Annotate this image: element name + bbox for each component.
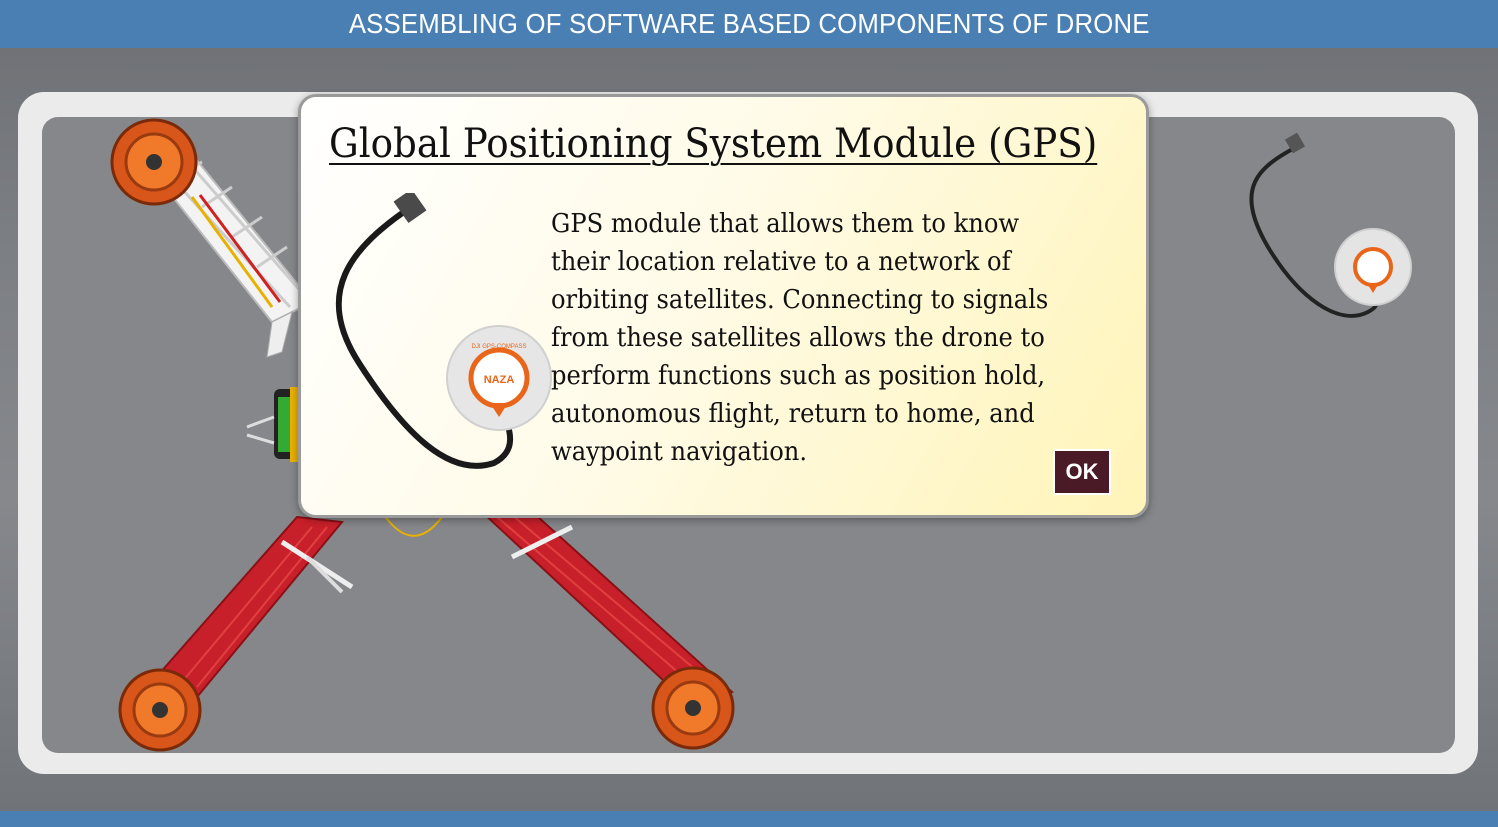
ok-button[interactable]: OK [1053, 449, 1111, 495]
motor-rear-left [118, 668, 202, 752]
dialog-title: Global Positioning System Module (GPS) [329, 121, 1098, 167]
drone-body [246, 387, 304, 462]
gps-module-part[interactable] [1238, 127, 1418, 342]
component-info-dialog: Global Positioning System Module (GPS) N… [298, 94, 1149, 518]
motor-rear-right [651, 666, 735, 750]
motor-front-left [110, 118, 198, 206]
page-title: ASSEMBLING OF SOFTWARE BASED COMPONENTS … [348, 8, 1150, 39]
gps-module-image: NAZA DJI GPS-COMPASS [335, 193, 552, 469]
bottom-bar [0, 811, 1498, 827]
rear-left-arm [150, 515, 354, 699]
gps-brand-label: NAZA [484, 374, 515, 386]
dialog-description: GPS module that allows them to know thei… [551, 209, 1049, 467]
title-bar: ASSEMBLING OF SOFTWARE BASED COMPONENTS … [0, 0, 1498, 48]
gps-subtext-label: DJI GPS-COMPASS [472, 344, 527, 350]
